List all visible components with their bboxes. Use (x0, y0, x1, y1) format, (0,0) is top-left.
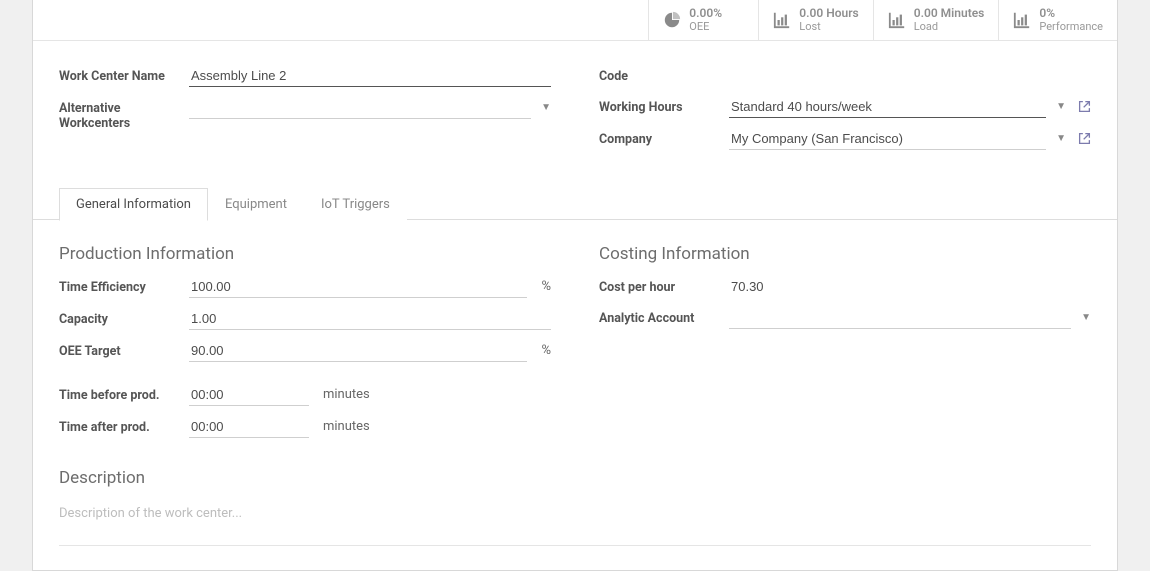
code-input[interactable] (729, 65, 1091, 86)
time-before-input[interactable] (189, 384, 309, 406)
company-label: Company (599, 128, 729, 147)
code-label: Code (599, 65, 729, 84)
analytic-account-input[interactable] (729, 307, 1071, 329)
tab-equipment[interactable]: Equipment (208, 188, 304, 220)
kpi-load-value: 0.00 Minutes (914, 6, 985, 20)
time-efficiency-input[interactable] (189, 276, 527, 298)
kpi-oee-label: OEE (689, 20, 722, 33)
capacity-label: Capacity (59, 308, 189, 327)
cost-per-hour-input[interactable] (729, 276, 1091, 297)
oee-target-label: OEE Target (59, 340, 189, 359)
costing-heading: Costing Information (599, 244, 1091, 264)
name-label: Work Center Name (59, 65, 189, 84)
kpi-oee-value: 0.00% (689, 6, 722, 20)
time-efficiency-label: Time Efficiency (59, 276, 189, 295)
kpi-performance-label: Performance (1039, 20, 1103, 33)
cost-per-hour-label: Cost per hour (599, 276, 729, 295)
kpi-strip: 0.00% OEE 0.00 Hours Lost 0.00 Minutes (33, 0, 1117, 41)
kpi-performance[interactable]: 0% Performance (998, 0, 1117, 40)
external-link-icon[interactable] (1078, 100, 1091, 113)
bar-chart-icon (888, 11, 906, 29)
working-hours-input[interactable] (729, 96, 1046, 118)
company-input[interactable] (729, 128, 1046, 150)
name-input[interactable] (189, 65, 551, 87)
time-after-label: Time after prod. (59, 416, 189, 435)
percent-unit: % (541, 279, 551, 294)
kpi-lost-value: 0.00 Hours (799, 6, 858, 20)
working-hours-label: Working Hours (599, 96, 729, 115)
bar-chart-icon (773, 11, 791, 29)
tab-iot-triggers[interactable]: IoT Triggers (304, 188, 407, 220)
kpi-lost[interactable]: 0.00 Hours Lost (758, 0, 872, 40)
kpi-oee[interactable]: 0.00% OEE (648, 0, 758, 40)
alt-workcenters-label: Alternative Workcenters (59, 97, 189, 131)
external-link-icon[interactable] (1078, 132, 1091, 145)
minutes-unit: minutes (323, 419, 370, 434)
kpi-load-label: Load (914, 20, 985, 33)
pie-chart-icon (663, 11, 681, 29)
kpi-load[interactable]: 0.00 Minutes Load (873, 0, 999, 40)
capacity-input[interactable] (189, 308, 551, 330)
tab-general-information[interactable]: General Information (59, 188, 208, 221)
chevron-down-icon[interactable]: ▼ (541, 102, 551, 113)
chevron-down-icon[interactable]: ▼ (1056, 101, 1066, 112)
chevron-down-icon[interactable]: ▼ (1056, 133, 1066, 144)
alt-workcenters-input[interactable] (189, 97, 531, 119)
description-heading: Description (59, 468, 1091, 488)
oee-target-input[interactable] (189, 340, 527, 362)
time-after-input[interactable] (189, 416, 309, 438)
analytic-account-label: Analytic Account (599, 307, 729, 326)
description-input[interactable]: Description of the work center... (59, 500, 1091, 546)
kpi-lost-label: Lost (799, 20, 858, 33)
production-heading: Production Information (59, 244, 551, 264)
bar-chart-icon (1013, 11, 1031, 29)
time-before-label: Time before prod. (59, 384, 189, 403)
chevron-down-icon[interactable]: ▼ (1081, 312, 1091, 323)
kpi-performance-value: 0% (1039, 6, 1103, 20)
minutes-unit: minutes (323, 387, 370, 402)
percent-unit: % (541, 343, 551, 358)
